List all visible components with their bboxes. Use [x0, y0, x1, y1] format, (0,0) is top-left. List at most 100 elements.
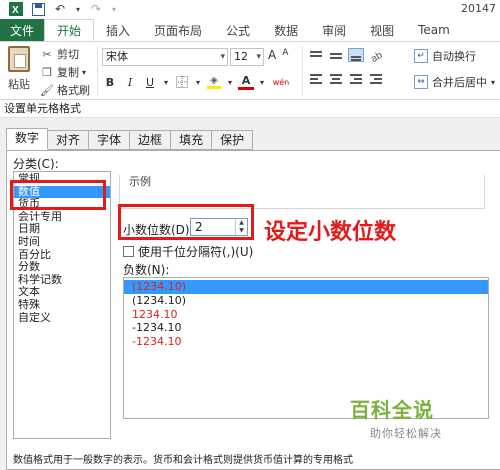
bold-button[interactable]: B — [102, 74, 118, 90]
wrap-text-icon: ↵ — [414, 49, 428, 63]
underline-button[interactable]: U — [142, 74, 158, 90]
category-item[interactable]: 日期 — [14, 223, 110, 236]
font-color-button[interactable]: A — [238, 74, 254, 90]
align-middle-icon[interactable] — [328, 48, 344, 62]
align-center-icon[interactable] — [328, 72, 344, 86]
negative-option[interactable]: 1234.10 — [124, 308, 488, 322]
underline-dropdown-icon[interactable]: ▾ — [162, 74, 170, 90]
align-left-icon[interactable] — [308, 72, 324, 86]
tab-border[interactable]: 边框 — [130, 130, 172, 150]
tab-insert[interactable]: 插入 — [94, 19, 142, 41]
category-label: 分类(C): — [13, 157, 59, 171]
grow-font-button[interactable]: A — [268, 48, 276, 62]
category-item[interactable]: 文本 — [14, 286, 110, 299]
thousands-separator-label: 使用千位分隔符(,)(U) — [138, 245, 254, 259]
save-icon[interactable] — [30, 1, 46, 17]
watermark-slogan: 助你轻松解决 — [370, 427, 442, 440]
align-right-icon[interactable] — [348, 72, 364, 86]
group-divider — [97, 46, 98, 96]
align-top-icon[interactable] — [308, 48, 324, 62]
tab-font[interactable]: 字体 — [89, 130, 131, 150]
format-description: 数值格式用于一般数字的表示。货币和会计格式则提供货币值计算的专用格式 — [13, 455, 353, 466]
font-name-value: 宋体 — [106, 50, 128, 63]
fill-color-button[interactable]: ◈ — [206, 74, 222, 90]
font-format-row: B I U ▾ ▾ ◈ ▾ A ▾ wén — [102, 74, 292, 90]
svg-text:X: X — [12, 5, 19, 16]
paste-icon — [8, 46, 30, 72]
italic-button[interactable]: I — [122, 74, 138, 90]
tab-data[interactable]: 数据 — [262, 19, 310, 41]
tab-page-layout[interactable]: 页面布局 — [142, 19, 214, 41]
category-item[interactable]: 自定义 — [14, 312, 110, 325]
chevron-down-icon[interactable]: ▾ — [220, 49, 225, 65]
wrap-merge-group: ↵ 自动换行 ⇔ 合并后居中 ▾ — [414, 48, 495, 90]
dialog-tabs: 数字 对齐 字体 边框 填充 保护 — [6, 128, 254, 150]
paint-bucket-icon: ◈ — [207, 75, 221, 89]
undo-icon[interactable]: ↶ — [52, 1, 68, 17]
format-painter-button[interactable]: 🖌 格式刷 — [40, 82, 90, 98]
dialog-title: 设置单元格格式 — [0, 100, 500, 118]
quick-access-toolbar: X ↶ ▾ ↷ ▾ — [8, 1, 118, 17]
category-list[interactable]: 常规 数值 货币 会计专用 日期 时间 百分比 分数 科学记数 文本 特殊 自定… — [13, 171, 111, 439]
tab-review[interactable]: 审阅 — [310, 19, 358, 41]
ribbon-tabs: 文件 开始 插入 页面布局 公式 数据 审阅 视图 Team — [0, 19, 500, 42]
copy-dropdown-icon[interactable]: ▾ — [82, 68, 86, 77]
font-color-dropdown-icon[interactable]: ▾ — [258, 74, 266, 90]
align-bottom-icon[interactable] — [348, 48, 364, 62]
undo-dropdown-icon[interactable]: ▾ — [74, 1, 82, 17]
font-size-combobox[interactable]: 12 ▾ — [230, 48, 264, 66]
merge-center-button[interactable]: ⇔ 合并后居中 ▾ — [414, 74, 495, 90]
redo-icon[interactable]: ↷ — [88, 1, 104, 17]
chevron-down-icon[interactable]: ▾ — [256, 49, 261, 65]
copy-button[interactable]: ❐ 复制 ▾ — [40, 64, 90, 80]
tab-home[interactable]: 开始 — [44, 19, 95, 41]
window-title: 20147 — [461, 2, 496, 15]
tab-view[interactable]: 视图 — [358, 19, 406, 41]
category-item[interactable]: 特殊 — [14, 299, 110, 312]
borders-icon[interactable] — [174, 74, 190, 90]
indent-icon[interactable] — [368, 72, 384, 86]
category-item[interactable]: 时间 — [14, 236, 110, 249]
negative-option[interactable]: -1234.10 — [124, 335, 488, 349]
borders-dropdown-icon[interactable]: ▾ — [194, 74, 202, 90]
tab-fill[interactable]: 填充 — [171, 130, 213, 150]
paste-button[interactable]: 粘贴 — [4, 46, 34, 96]
fill-dropdown-icon[interactable]: ▾ — [226, 74, 234, 90]
redo-dropdown-icon[interactable]: ▾ — [110, 1, 118, 17]
category-highlight-box — [10, 180, 106, 210]
format-painter-label: 格式刷 — [57, 84, 90, 97]
font-grow-shrink: A A — [268, 48, 288, 62]
tab-alignment[interactable]: 对齐 — [48, 130, 90, 150]
thousands-separator-option[interactable]: 使用千位分隔符(,)(U) — [123, 243, 253, 260]
decimal-highlight-box — [118, 204, 254, 240]
tab-formulas[interactable]: 公式 — [214, 19, 262, 41]
category-item[interactable]: 会计专用 — [14, 211, 110, 224]
category-item[interactable]: 百分比 — [14, 249, 110, 262]
paintbrush-icon: 🖌 — [40, 83, 54, 97]
category-item[interactable]: 分数 — [14, 261, 110, 274]
negative-option-selected[interactable]: (1234.10) — [124, 280, 488, 294]
merge-cells-icon: ⇔ — [414, 75, 428, 89]
tab-protection[interactable]: 保护 — [212, 130, 254, 150]
title-bar: X ↶ ▾ ↷ ▾ 20147 — [0, 0, 500, 18]
tab-team[interactable]: Team — [406, 19, 462, 41]
tab-number[interactable]: 数字 — [6, 128, 49, 150]
negative-option[interactable]: (1234.10) — [124, 294, 488, 308]
thousands-separator-checkbox[interactable] — [123, 246, 134, 257]
font-name-combobox[interactable]: 宋体 ▾ — [102, 48, 228, 66]
merge-center-label: 合并后居中 — [432, 76, 487, 89]
negative-option[interactable]: -1234.10 — [124, 321, 488, 335]
ribbon-home: 粘贴 ✂ 剪切 ❐ 复制 ▾ 🖌 格式刷 宋体 ▾ 12 ▾ A A B I U… — [0, 42, 500, 100]
wrap-text-button[interactable]: ↵ 自动换行 — [414, 48, 495, 64]
text-orientation-icon[interactable]: ab — [368, 48, 385, 65]
copy-icon: ❐ — [42, 65, 52, 79]
cut-button[interactable]: ✂ 剪切 — [40, 46, 90, 62]
group-divider — [302, 46, 303, 96]
font-size-value: 12 — [234, 50, 248, 63]
tab-file[interactable]: 文件 — [0, 19, 44, 41]
merge-dropdown-icon[interactable]: ▾ — [491, 78, 495, 87]
wrap-text-label: 自动换行 — [432, 50, 476, 63]
shrink-font-button[interactable]: A — [282, 48, 288, 62]
category-item[interactable]: 科学记数 — [14, 274, 110, 287]
phonetic-guide-button[interactable]: wén — [270, 74, 292, 90]
